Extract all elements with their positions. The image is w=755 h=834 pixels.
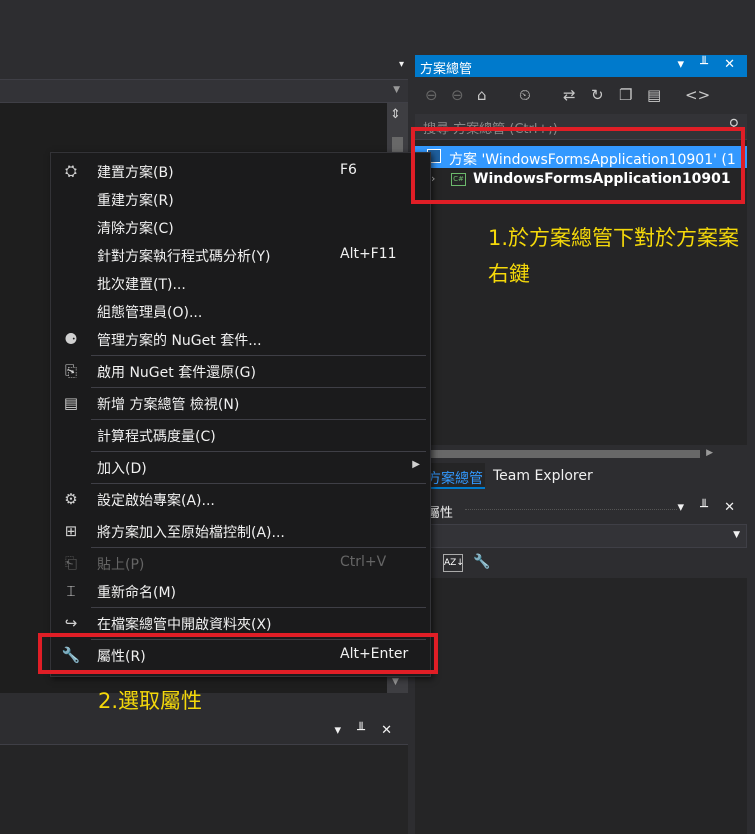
menu-item-manage-nuget[interactable]: ⚈ 管理方案的 NuGet 套件... xyxy=(51,325,430,353)
menu-item-label: 計算程式碼度量(C) xyxy=(97,429,216,445)
menu-item-label: 新增 方案總管 檢視(N) xyxy=(97,397,240,413)
menu-item-shortcut: Ctrl+V xyxy=(340,554,387,570)
menu-item-label: 清除方案(C) xyxy=(97,221,174,237)
menu-item-paste: ⎗ 貼上(P) Ctrl+V xyxy=(51,549,430,577)
main-menu-area xyxy=(0,0,412,55)
home-icon[interactable]: ⌂ xyxy=(477,86,487,104)
submenu-arrow-icon: ▶ xyxy=(412,459,420,470)
property-pages-icon[interactable]: 🔧 xyxy=(473,554,490,570)
title-grip xyxy=(465,509,677,513)
solution-explorer-title-bar: 方案總管 ▾ ╨ ✕ xyxy=(415,55,747,77)
menu-item-nuget-restore[interactable]: ⎘ 啟用 NuGet 套件還原(G) xyxy=(51,357,430,385)
window-edge xyxy=(747,55,755,834)
sync-icon[interactable]: ⇄ xyxy=(563,86,576,104)
menu-item-new-explorer-view[interactable]: ▤ 新增 方案總管 檢視(N) xyxy=(51,389,430,417)
menu-item-shortcut: Alt+F11 xyxy=(340,246,397,262)
editor-navigation-bar: ▼ xyxy=(0,79,408,103)
scroll-right-icon[interactable]: ▶ xyxy=(706,448,713,458)
menu-separator xyxy=(91,547,426,548)
menu-item-label: 在檔案總管中開啟資料夾(X) xyxy=(97,617,272,633)
menu-separator xyxy=(91,607,426,608)
menu-item-label: 建置方案(B) xyxy=(97,165,174,181)
menu-item-label: 將方案加入至原始檔控制(A)... xyxy=(97,525,285,541)
scrollbar-thumb[interactable] xyxy=(425,450,700,458)
explorer-tab-strip: 方案總管 Team Explorer xyxy=(415,463,747,489)
nuget-icon: ⚈ xyxy=(64,330,78,348)
bottom-panel-controls[interactable]: ▾ ╨ ✕ xyxy=(334,723,398,738)
scroll-down-icon[interactable]: ▼ xyxy=(392,677,399,687)
show-all-files-icon[interactable]: ▤ xyxy=(647,86,661,104)
properties-toolbar: AZ↓ 🔧 xyxy=(415,550,747,578)
bottom-panel xyxy=(0,744,408,834)
menu-item-label: 啟用 NuGet 套件還原(G) xyxy=(97,365,256,381)
annotation-step1: 1.於方案總管下對於方案案右鍵 xyxy=(488,226,740,286)
menu-item-configuration-manager[interactable]: 組態管理員(O)... xyxy=(51,297,430,325)
gear-icon: ⚙ xyxy=(64,490,78,508)
editor-hscroll-area xyxy=(0,693,408,710)
properties-title-bar: 屬性 ▾ ╨ ✕ xyxy=(415,498,747,522)
menu-item-clean-solution[interactable]: 清除方案(C) xyxy=(51,213,430,241)
package-restore-icon: ⎘ xyxy=(64,362,77,380)
open-folder-icon: ↪ xyxy=(64,614,78,632)
forward-icon[interactable]: ⊖ xyxy=(451,86,464,104)
solution-explorer-title: 方案總管 xyxy=(420,62,473,77)
highlight-box-properties xyxy=(38,633,438,674)
menu-separator xyxy=(91,483,426,484)
tab-dropdown-icon[interactable]: ▾ xyxy=(399,59,404,70)
menu-item-batch-build[interactable]: 批次建置(T)... xyxy=(51,269,430,297)
back-icon[interactable]: ⊖ xyxy=(425,86,438,104)
menu-item-label: 針對方案執行程式碼分析(Y) xyxy=(97,249,271,265)
view-code-icon[interactable]: <> xyxy=(685,86,710,104)
properties-grid xyxy=(415,578,747,834)
menu-item-add-source-control[interactable]: ⊞ 將方案加入至原始檔控制(A)... xyxy=(51,517,430,545)
menu-item-code-analysis[interactable]: 針對方案執行程式碼分析(Y) Alt+F11 xyxy=(51,241,430,269)
menu-item-label: 批次建置(T)... xyxy=(97,277,186,293)
properties-window-controls[interactable]: ▾ ╨ ✕ xyxy=(677,500,741,515)
bottom-panel-header: ▾ ╨ ✕ xyxy=(0,722,408,744)
menu-item-label: 管理方案的 NuGet 套件... xyxy=(97,333,262,349)
new-view-icon: ▤ xyxy=(63,394,79,412)
menu-item-rebuild-solution[interactable]: 重建方案(R) xyxy=(51,185,430,213)
highlight-box-solution xyxy=(411,127,745,204)
menu-item-add[interactable]: 加入(D) ▶ xyxy=(51,453,430,481)
collapse-all-icon[interactable]: ❐ xyxy=(619,86,632,104)
menu-item-code-metrics[interactable]: 計算程式碼度量(C) xyxy=(51,421,430,449)
menu-item-label: 設定啟始專案(A)... xyxy=(97,493,215,509)
tab-team-explorer[interactable]: Team Explorer xyxy=(493,468,593,484)
editor-tab-strip: ▾ xyxy=(0,55,412,79)
properties-object-selector[interactable]: ▼ xyxy=(415,524,747,548)
pending-changes-icon[interactable]: ⏲ xyxy=(519,86,531,104)
solution-explorer-window-controls[interactable]: ▾ ╨ ✕ xyxy=(677,57,741,72)
menu-separator xyxy=(91,419,426,420)
rename-icon: ⌶ xyxy=(66,582,76,600)
refresh-icon[interactable]: ↻ xyxy=(591,86,604,104)
menu-item-label: 加入(D) xyxy=(97,461,147,477)
menu-item-label: 重新命名(M) xyxy=(97,585,177,601)
context-menu: ⛭ 建置方案(B) F6 重建方案(R) 清除方案(C) 針對方案執行程式碼分析… xyxy=(50,152,431,677)
build-icon: ⛭ xyxy=(64,162,77,180)
chevron-down-icon[interactable]: ▼ xyxy=(393,85,400,95)
menu-item-set-startup-projects[interactable]: ⚙ 設定啟始專案(A)... xyxy=(51,485,430,513)
source-control-icon: ⊞ xyxy=(64,522,78,540)
menu-item-rename[interactable]: ⌶ 重新命名(M) xyxy=(51,577,430,605)
tab-label: 方案總管 xyxy=(427,471,483,487)
menu-item-label: 貼上(P) xyxy=(97,557,145,573)
menu-item-label: 重建方案(R) xyxy=(97,193,174,209)
menu-item-shortcut: F6 xyxy=(340,162,357,178)
menu-separator xyxy=(91,355,426,356)
split-icon[interactable]: ⇕ xyxy=(390,107,401,122)
menu-separator xyxy=(91,451,426,452)
solution-tree-hscrollbar[interactable]: ▶ xyxy=(415,445,747,463)
sort-alphabetical-icon[interactable]: AZ↓ xyxy=(443,554,464,572)
solution-explorer-toolbar: ⊖ ⊖ ⌂ ⏲ ⇄ ↻ ❐ ▤ <> xyxy=(415,78,747,114)
menu-item-label: 組態管理員(O)... xyxy=(97,305,203,321)
paste-icon: ⎗ xyxy=(64,554,77,572)
menu-item-build-solution[interactable]: ⛭ 建置方案(B) F6 xyxy=(51,157,430,185)
chevron-down-icon[interactable]: ▼ xyxy=(733,530,740,540)
annotation-step2: 2.選取屬性 xyxy=(98,689,203,713)
menu-separator xyxy=(91,387,426,388)
